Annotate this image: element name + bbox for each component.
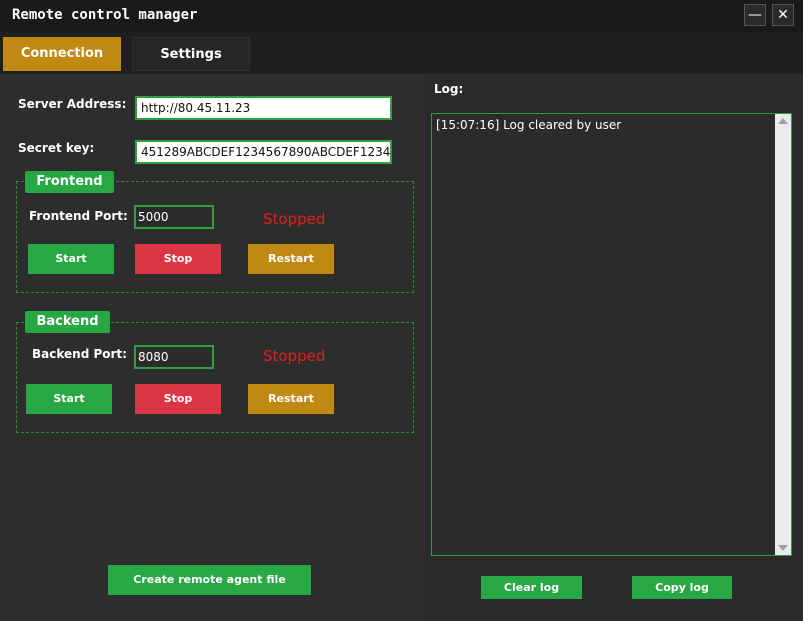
tab-connection[interactable]: Connection [3, 37, 121, 71]
frontend-port-input[interactable]: 5000 [134, 205, 214, 229]
minimize-button[interactable]: — [744, 4, 766, 26]
scroll-up-icon[interactable] [778, 118, 788, 124]
create-agent-button[interactable]: Create remote agent file [108, 565, 311, 595]
backend-status: Stopped [263, 347, 326, 365]
frontend-group-label: Frontend [25, 171, 114, 193]
frontend-group [16, 181, 414, 293]
title-bar: Remote control manager — ✕ [0, 0, 803, 32]
copy-log-button[interactable]: Copy log [632, 576, 732, 599]
server-address-label: Server Address: [18, 97, 127, 111]
frontend-status: Stopped [263, 210, 326, 228]
log-box[interactable]: [15:07:16] Log cleared by user [431, 113, 792, 556]
tab-settings[interactable]: Settings [132, 37, 250, 71]
scroll-down-icon[interactable] [778, 545, 788, 551]
clear-log-button[interactable]: Clear log [481, 576, 582, 599]
server-address-input[interactable]: http://80.45.11.23 [135, 96, 392, 120]
window-title: Remote control manager [12, 7, 198, 23]
backend-port-label: Backend Port: [32, 347, 127, 361]
backend-group-label: Backend [25, 311, 110, 333]
secret-key-label: Secret key: [18, 141, 95, 155]
backend-stop-button[interactable]: Stop [135, 384, 221, 414]
frontend-restart-button[interactable]: Restart [248, 244, 334, 274]
backend-group [16, 322, 414, 433]
secret-key-input[interactable]: 451289ABCDEF1234567890ABCDEF1234567890 [135, 140, 392, 164]
frontend-stop-button[interactable]: Stop [135, 244, 221, 274]
backend-restart-button[interactable]: Restart [248, 384, 334, 414]
frontend-port-label: Frontend Port: [29, 209, 128, 223]
backend-start-button[interactable]: Start [26, 384, 112, 414]
frontend-start-button[interactable]: Start [28, 244, 114, 274]
log-line: [15:07:16] Log cleared by user [436, 118, 622, 132]
backend-port-input[interactable]: 8080 [134, 345, 214, 369]
log-scrollbar[interactable] [775, 114, 791, 555]
log-label: Log: [434, 82, 464, 96]
close-button[interactable]: ✕ [772, 4, 794, 26]
